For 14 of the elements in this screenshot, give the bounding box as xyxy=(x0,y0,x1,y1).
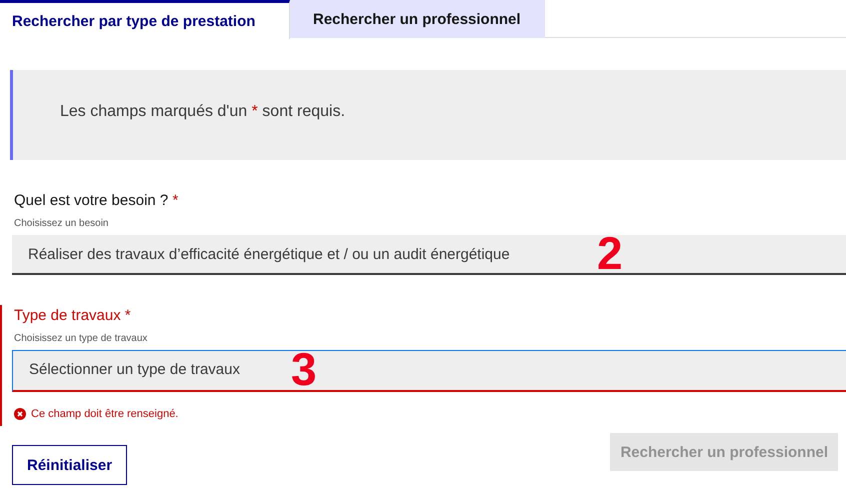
annotation-number: 2 xyxy=(597,235,623,272)
error-icon xyxy=(14,408,26,420)
field-hint: Choisissez un besoin xyxy=(14,218,108,229)
tab[interactable]: Rechercher par type de prestation xyxy=(0,0,290,39)
error-message: Ce champ doit être renseigné. xyxy=(31,408,178,420)
field-label: Quel est votre besoin ? * xyxy=(14,191,178,209)
field-hint: Choisissez un type de travaux xyxy=(14,333,148,344)
select-field[interactable]: Sélectionner un type de travaux 3 xyxy=(12,350,846,392)
annotation-number: 3 xyxy=(291,351,317,388)
select-field[interactable]: Réaliser des travaux d’efficacité énergétique et / ou un audit énergétique 2 xyxy=(12,235,846,275)
notice-text: Les champs marqués d'un * sont requis. xyxy=(60,103,346,121)
reset-button[interactable]: Réinitialiser xyxy=(12,445,128,485)
tab[interactable]: Rechercher un professionnel xyxy=(290,0,545,38)
field-label: Type de travaux * xyxy=(14,306,131,324)
